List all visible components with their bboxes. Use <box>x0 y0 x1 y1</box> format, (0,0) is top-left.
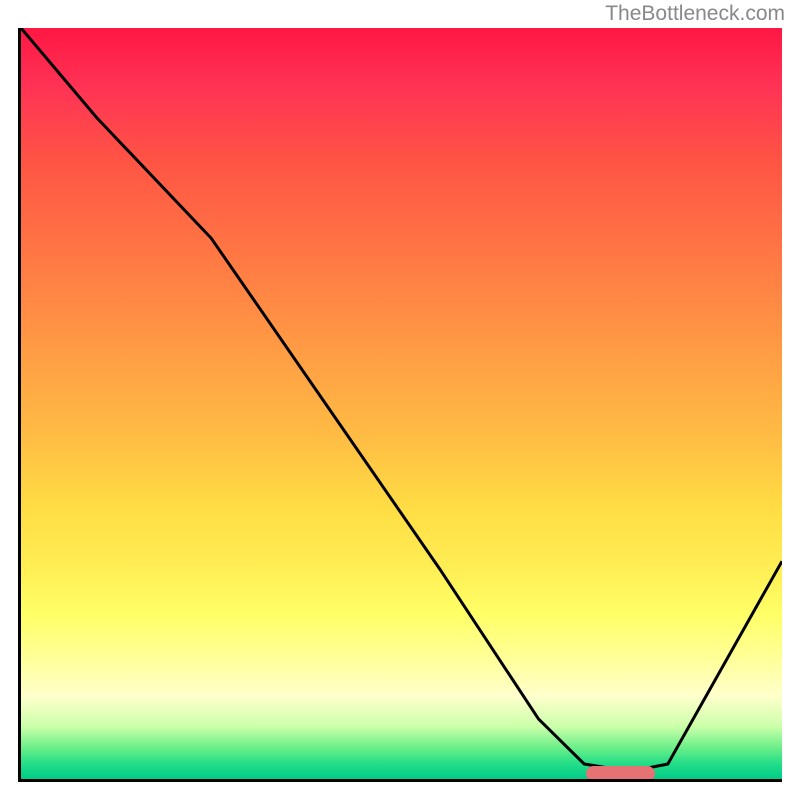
optimal-marker <box>586 766 655 781</box>
curve-line <box>21 28 782 779</box>
chart-area <box>18 28 782 782</box>
watermark-text: TheBottleneck.com <box>605 2 785 26</box>
